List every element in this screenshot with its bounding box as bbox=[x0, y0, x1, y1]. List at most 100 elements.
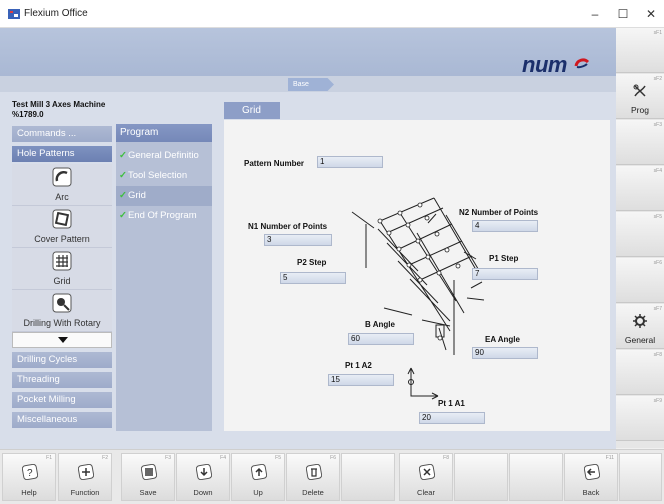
softkey-f9[interactable] bbox=[454, 453, 508, 501]
clear-icon bbox=[419, 464, 435, 480]
pt1-a2-field[interactable]: 15 bbox=[328, 374, 394, 386]
b-angle-field[interactable]: 60 bbox=[348, 333, 414, 345]
softkey-label: Down bbox=[193, 488, 213, 497]
check-icon: ✓ bbox=[119, 190, 127, 201]
program-step-tool[interactable]: ✓Tool Selection bbox=[116, 166, 212, 186]
function-icon bbox=[78, 464, 94, 480]
tab-grid[interactable]: Grid bbox=[224, 102, 280, 119]
grid-icon bbox=[52, 251, 72, 271]
softkey-label: Function bbox=[70, 488, 100, 497]
cycle-label: Cover Pattern bbox=[34, 234, 90, 244]
softkey-sf1[interactable]: sF1 bbox=[616, 28, 664, 73]
help-button[interactable]: F1 ? Help bbox=[2, 453, 56, 501]
program-step-general[interactable]: ✓General Definitio bbox=[116, 146, 212, 166]
program-panel: Program ✓General Definitio ✓Tool Selecti… bbox=[116, 124, 212, 431]
clear-button[interactable]: F8 Clear bbox=[399, 453, 453, 501]
softkey-sf3[interactable]: sF3 bbox=[616, 120, 664, 165]
back-icon bbox=[584, 464, 600, 480]
softkey-f12[interactable] bbox=[619, 453, 662, 501]
key-label: sF7 bbox=[653, 306, 662, 312]
key-label: sF2 bbox=[653, 76, 662, 82]
program-step-end[interactable]: ✓End Of Program bbox=[116, 206, 212, 226]
minimize-button[interactable]: – bbox=[582, 4, 608, 24]
key-label: sF4 bbox=[653, 168, 662, 174]
function-button[interactable]: F2 Function bbox=[58, 453, 112, 501]
threading-item[interactable]: Threading bbox=[12, 372, 112, 388]
step-label: Tool Selection bbox=[127, 170, 188, 181]
up-button[interactable]: F5 Up bbox=[231, 453, 285, 501]
b-angle-label: B Angle bbox=[365, 320, 395, 329]
softkey-sf8[interactable]: sF8 bbox=[616, 350, 664, 395]
key-label: F4 bbox=[220, 455, 226, 461]
key-label: F11 bbox=[605, 455, 614, 461]
key-label: sF1 bbox=[653, 30, 662, 36]
logo-mark-icon bbox=[574, 58, 590, 69]
pocket-milling-item[interactable]: Pocket Milling bbox=[12, 392, 112, 408]
n1-field[interactable]: 3 bbox=[264, 234, 332, 246]
help-icon: ? bbox=[22, 464, 38, 480]
arrow-down-icon bbox=[196, 464, 212, 480]
arrow-up-icon bbox=[251, 464, 267, 480]
n1-label: N1 Number of Points bbox=[248, 222, 328, 231]
softkey-label: Back bbox=[582, 488, 600, 497]
check-icon: ✓ bbox=[119, 150, 127, 161]
maximize-button[interactable]: ☐ bbox=[610, 4, 636, 24]
softkey-f7[interactable] bbox=[341, 453, 395, 501]
bottom-softkey-bar: F1 ? Help F2 Function F3 Save F4 Down F5… bbox=[0, 449, 664, 504]
machine-name: Test Mill 3 Axes Machine bbox=[12, 100, 106, 109]
cycle-label: Arc bbox=[55, 192, 69, 202]
gear-icon bbox=[633, 314, 647, 328]
delete-button[interactable]: F6 Delete bbox=[286, 453, 340, 501]
n2-field[interactable]: 4 bbox=[472, 220, 538, 232]
miscellaneous-item[interactable]: Miscellaneous bbox=[12, 412, 112, 428]
n2-label: N2 Number of Points bbox=[459, 208, 539, 217]
pt1-a1-field[interactable]: 20 bbox=[419, 412, 485, 424]
p1-step-label: P1 Step bbox=[489, 254, 519, 263]
cycle-drilling-rotary[interactable]: Drilling With Rotary bbox=[12, 290, 112, 332]
softkey-sf9[interactable]: sF9 bbox=[616, 396, 664, 441]
key-label: F1 bbox=[46, 455, 52, 461]
close-button[interactable]: ✕ bbox=[638, 4, 664, 24]
softkey-prog[interactable]: sF2 Prog bbox=[616, 74, 664, 119]
down-button[interactable]: F4 Down bbox=[176, 453, 230, 501]
pattern-number-label: Pattern Number bbox=[244, 159, 305, 168]
cycle-arc[interactable]: Arc bbox=[12, 164, 112, 206]
commands-item[interactable]: Commands ... bbox=[12, 126, 112, 142]
app-icon bbox=[8, 9, 20, 19]
num-logo: num bbox=[522, 52, 567, 77]
softkey-sf5[interactable]: sF5 bbox=[616, 212, 664, 257]
scroll-down-button[interactable] bbox=[12, 332, 112, 348]
key-label: sF5 bbox=[653, 214, 662, 220]
program-step-grid[interactable]: ✓Grid bbox=[116, 186, 212, 206]
ea-angle-label: EA Angle bbox=[485, 335, 520, 344]
softkey-general[interactable]: sF7 General bbox=[616, 304, 664, 349]
pt1-a2-label: Pt 1 A2 bbox=[345, 361, 372, 370]
title-bar: Flexium Office – ☐ ✕ bbox=[0, 0, 664, 28]
softkey-sf6[interactable]: sF6 bbox=[616, 258, 664, 303]
step-label: End Of Program bbox=[127, 210, 197, 221]
p2-step-field[interactable]: 5 bbox=[280, 272, 346, 284]
pattern-number-field[interactable]: 1 bbox=[317, 156, 383, 168]
hole-patterns-item[interactable]: Hole Patterns bbox=[12, 146, 112, 162]
key-label: F6 bbox=[330, 455, 336, 461]
program-number: %1789.0 bbox=[12, 110, 44, 119]
cycle-label: Drilling With Rotary bbox=[23, 318, 101, 328]
back-button[interactable]: F11 Back bbox=[564, 453, 618, 501]
p1-step-field[interactable]: 7 bbox=[472, 268, 538, 280]
step-label: Grid bbox=[127, 190, 146, 201]
machine-info: Test Mill 3 Axes Machine %1789.0 bbox=[12, 100, 105, 120]
cycle-cover-pattern[interactable]: Cover Pattern bbox=[12, 206, 112, 248]
pt1-a1-label: Pt 1 A1 bbox=[438, 399, 465, 408]
p2-step-label: P2 Step bbox=[297, 258, 327, 267]
key-label: sF8 bbox=[653, 352, 662, 358]
cycle-grid[interactable]: Grid bbox=[12, 248, 112, 290]
trash-icon bbox=[306, 464, 322, 480]
breadcrumb-base[interactable]: Base bbox=[288, 78, 334, 91]
softkey-f10[interactable] bbox=[509, 453, 563, 501]
softkey-sf4[interactable]: sF4 bbox=[616, 166, 664, 211]
drilling-cycles-item[interactable]: Drilling Cycles bbox=[12, 352, 112, 368]
ea-angle-field[interactable]: 90 bbox=[472, 347, 538, 359]
save-icon bbox=[141, 464, 157, 480]
step-label: General Definitio bbox=[127, 150, 199, 161]
save-button[interactable]: F3 Save bbox=[121, 453, 175, 501]
